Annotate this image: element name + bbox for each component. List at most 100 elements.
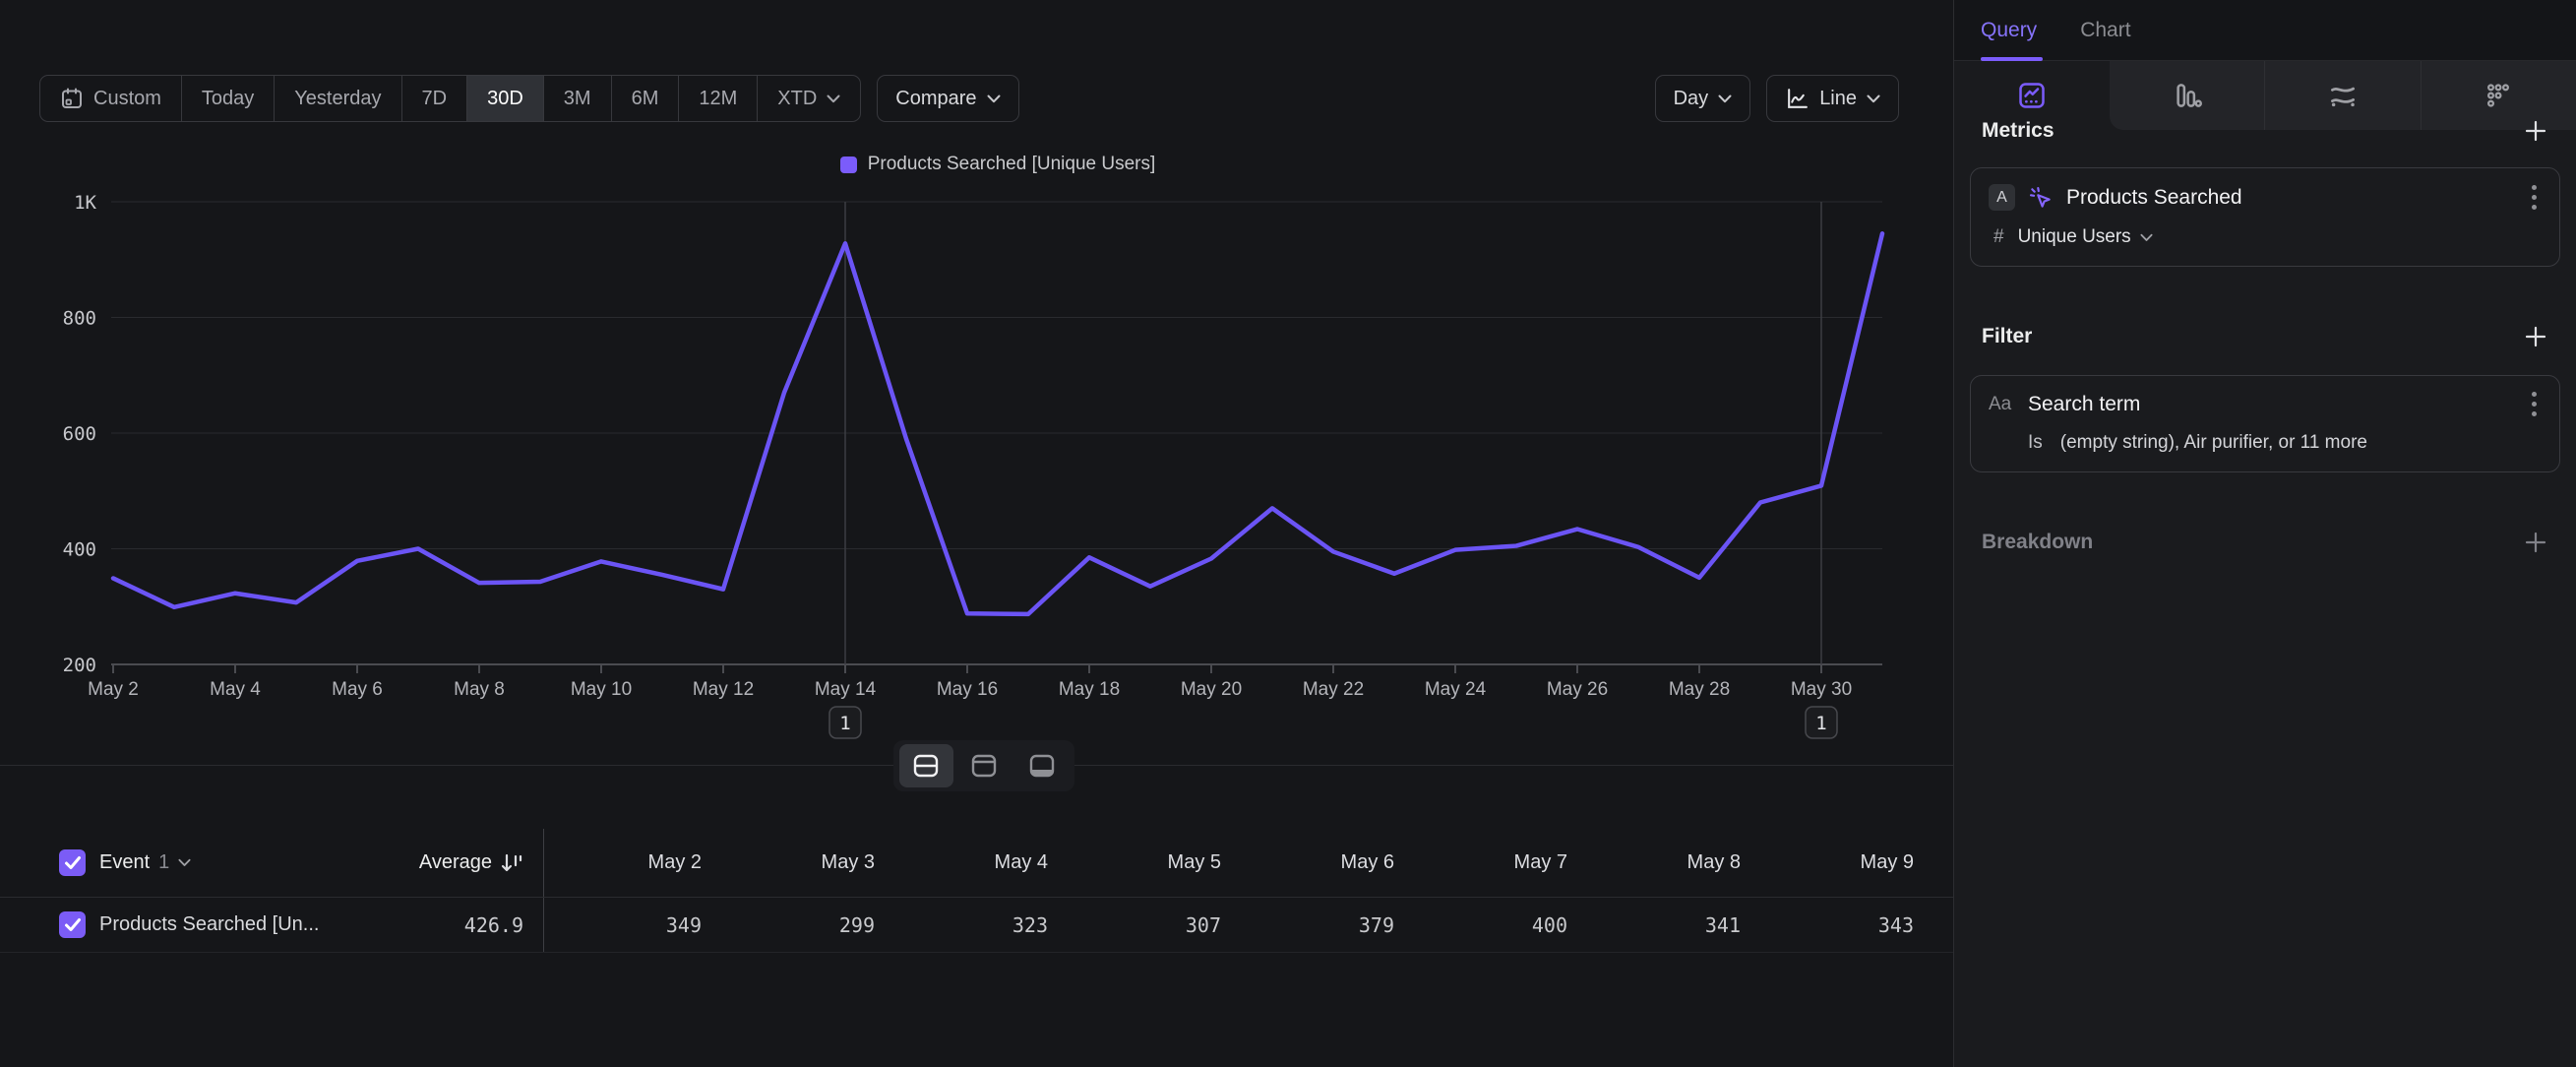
layout-split-view-button[interactable]	[899, 744, 953, 787]
chevron-down-icon	[178, 858, 191, 867]
granularity-label: Day	[1674, 88, 1709, 110]
cell-value: 341	[1583, 913, 1756, 937]
filter-options-button[interactable]	[2524, 392, 2544, 416]
y-axis-label: 1K	[74, 192, 96, 214]
metric-card[interactable]: A Products Searched # Unique Users	[1970, 167, 2560, 267]
insights-report-page: Custom Today Yesterday 7D30D3M 6M 12M XTD Comp…	[0, 0, 2576, 1067]
filter-card[interactable]: Aa Search term Is (empty string), Air pu…	[1970, 375, 2560, 472]
date-range-label: 6M	[632, 88, 659, 110]
tab-chart[interactable]: Chart	[2080, 19, 2130, 42]
check-icon	[64, 855, 82, 870]
granularity-button[interactable]: Day	[1655, 75, 1751, 122]
layout-table-view-button[interactable]	[1014, 744, 1069, 787]
aggregation-selector[interactable]: Unique Users	[2018, 226, 2153, 248]
column-header-may-7[interactable]: May 7	[1410, 851, 1583, 874]
metric-name[interactable]: Products Searched	[2066, 186, 2511, 210]
event-count: 1	[158, 851, 169, 874]
table-row[interactable]: Products Searched [Un... 426.9 349299323…	[0, 898, 1953, 953]
add-metric-button[interactable]	[2523, 118, 2548, 144]
add-filter-button[interactable]	[2523, 324, 2548, 349]
column-header-may-8[interactable]: May 8	[1583, 851, 1756, 874]
split-view-icon	[912, 753, 940, 779]
breakdown-heading: Breakdown	[1982, 531, 2093, 554]
x-axis-label: May 8	[454, 679, 505, 700]
x-axis-label: May 4	[210, 679, 261, 700]
event-icon	[2028, 185, 2054, 211]
x-axis-label: May 14	[815, 679, 877, 700]
chart-view-icon	[970, 753, 998, 779]
chevron-down-icon	[1867, 94, 1880, 103]
date-range-12m[interactable]: 12M	[679, 76, 758, 121]
metric-options-button[interactable]	[2524, 185, 2544, 210]
x-axis-label: May 30	[1791, 679, 1852, 700]
date-range-7d[interactable]: 7D	[402, 76, 468, 121]
chart-toolbar: Custom Today Yesterday 7D30D3M 6M 12M XTD Comp…	[39, 75, 1899, 122]
column-header-may-2[interactable]: May 2	[544, 851, 717, 874]
average-column-header[interactable]: Average	[329, 851, 523, 874]
layout-toggle-group	[893, 740, 1074, 791]
date-range-30d[interactable]: 30D	[467, 76, 544, 121]
filter-operator[interactable]: Is	[2028, 432, 2043, 454]
x-axis-label: May 22	[1303, 679, 1364, 700]
compare-button[interactable]: Compare	[877, 75, 1018, 122]
row-checkbox[interactable]	[59, 911, 86, 938]
x-axis-label: May 26	[1547, 679, 1608, 700]
chart-type-button[interactable]: Line	[1766, 75, 1899, 122]
column-header-may-4[interactable]: May 4	[890, 851, 1064, 874]
date-range-yesterday[interactable]: Yesterday	[275, 76, 401, 121]
date-range-6m[interactable]: 6M	[612, 76, 680, 121]
x-axis-label: May 6	[332, 679, 383, 700]
date-range-custom[interactable]: Custom	[40, 76, 182, 121]
date-row-values: 349299323307379400341343	[544, 913, 1930, 937]
annotation-badge[interactable]: 1	[829, 707, 861, 738]
date-range-label: Yesterday	[294, 88, 381, 110]
column-header-may-6[interactable]: May 6	[1237, 851, 1410, 874]
x-axis-label: May 2	[88, 679, 139, 700]
select-all-checkbox[interactable]	[59, 849, 86, 876]
date-range-label: 12M	[699, 88, 737, 110]
tab-query[interactable]: Query	[1981, 19, 2037, 42]
chart-type-label: Line	[1819, 88, 1857, 110]
metric-letter-badge: A	[1989, 184, 2015, 211]
add-breakdown-button[interactable]	[2523, 530, 2548, 555]
aggregation-prefix: #	[1993, 226, 2004, 248]
sort-descending-icon	[500, 852, 523, 874]
column-header-may-9[interactable]: May 9	[1756, 851, 1930, 874]
y-axis-label: 600	[63, 423, 96, 445]
query-sidebar: Query Chart Met	[1953, 0, 2576, 1067]
metrics-section: Metrics A Products Searched #	[1970, 118, 2560, 267]
x-axis-label: May 20	[1181, 679, 1242, 700]
breakdown-section: Breakdown	[1970, 530, 2560, 555]
annotation-badge[interactable]: 1	[1806, 707, 1837, 738]
plus-icon	[2525, 326, 2546, 347]
line-chart-icon	[1785, 87, 1809, 111]
x-axis-label: May 18	[1059, 679, 1120, 700]
y-axis-label: 400	[63, 539, 96, 561]
date-column-headers: May 2May 3May 4May 5May 6May 7May 8May 9	[544, 851, 1930, 874]
filter-property-name[interactable]: Search term	[2028, 393, 2511, 416]
plus-icon	[2525, 120, 2546, 142]
sidebar-tabs: Query Chart	[1954, 0, 2576, 61]
date-range-xtd[interactable]: XTD	[758, 76, 860, 121]
breakdown-table: Event 1 Average May 2May 3May 4May 5May …	[0, 829, 1953, 953]
line-chart[interactable]: 1K800600400200May 2May 4May 6May 8May 10…	[0, 138, 1953, 753]
date-range-picker: Custom Today Yesterday 7D30D3M 6M 12M XTD	[39, 75, 861, 122]
layout-chart-view-button[interactable]	[956, 744, 1011, 787]
chart-display-controls: Day Line	[1655, 75, 1899, 122]
date-range-label: Today	[202, 88, 254, 110]
date-range-3m[interactable]: 3M	[544, 76, 612, 121]
compare-label: Compare	[895, 88, 976, 110]
chevron-down-icon	[2140, 233, 2153, 242]
row-series-name: Products Searched [Un...	[99, 913, 319, 936]
metrics-heading: Metrics	[1982, 119, 2055, 143]
cell-value: 299	[717, 913, 890, 937]
svg-text:1: 1	[1815, 713, 1826, 734]
series-line[interactable]	[113, 233, 1882, 614]
column-header-may-5[interactable]: May 5	[1064, 851, 1237, 874]
chevron-down-icon	[987, 94, 1001, 103]
event-header[interactable]: Event 1	[99, 851, 329, 874]
average-label: Average	[419, 851, 492, 874]
column-header-may-3[interactable]: May 3	[717, 851, 890, 874]
date-range-today[interactable]: Today	[182, 76, 275, 121]
filter-value[interactable]: (empty string), Air purifier, or 11 more	[2060, 432, 2367, 454]
